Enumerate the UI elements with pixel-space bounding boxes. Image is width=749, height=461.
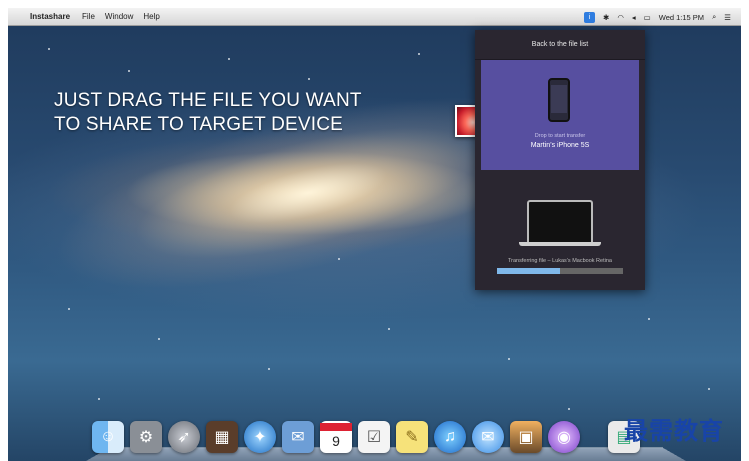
drop-target-macbook[interactable]: Transferring file – Lukas’s Macbook Reti… [475,170,645,290]
launchpad-icon[interactable]: ➶ [168,421,200,453]
transfer-progress-fill [497,268,560,274]
notification-center-icon[interactable]: ☰ [724,13,731,22]
menu-help[interactable]: Help [143,12,159,21]
volume-icon[interactable]: ◂ [632,13,636,22]
instruction-headline: JUST DRAG THE FILE YOU WANT TO SHARE TO … [54,89,362,137]
instashare-status-icon[interactable]: i [584,11,596,23]
headline-line-2: TO SHARE TO TARGET DEVICE [54,114,344,135]
iphoto-icon[interactable]: ▣ [510,421,542,453]
macbook-base [519,242,601,246]
mail-icon[interactable]: ✉ [282,421,314,453]
photo-booth-icon[interactable]: ▦ [206,421,238,453]
transfer-progress-bar [497,268,623,274]
menu-window[interactable]: Window [105,12,133,21]
battery-icon[interactable]: ▭ [644,13,651,22]
bluetooth-icon[interactable]: ✱ [603,13,609,22]
transfer-status-label: Transferring file – Lukas’s Macbook Reti… [508,258,612,264]
drop-target-iphone[interactable]: Drop to start transfer Martin’s iPhone 5… [481,60,639,170]
menu-extras: i ✱ ◠ ◂ ▭ Wed 1:15 PM ⌕ ☰ [584,8,731,26]
menu-clock[interactable]: Wed 1:15 PM [659,13,704,22]
calendar-icon[interactable]: 9 [320,421,352,453]
system-preferences-icon[interactable]: ⚙ [130,421,162,453]
reminders-icon[interactable]: ☑ [358,421,390,453]
dock: ☺ ⚙ ➶ ▦ ✦ ✉ 9 ☑ ✎ ♫ ✉ ▣ ◉ ▤ [86,417,686,461]
macbook-icon [527,200,593,242]
iphone-icon [548,78,570,122]
back-to-file-list-button[interactable]: Back to the file list [475,30,645,60]
target-device-name: Martin’s iPhone 5S [530,142,590,149]
headline-line-1: JUST DRAG THE FILE YOU WANT [54,90,362,111]
menu-file[interactable]: File [82,12,95,21]
menu-bar: Instashare File Window Help i ✱ ◠ ◂ ▭ We… [8,8,741,26]
calendar-day: 9 [332,433,340,449]
notes-icon[interactable]: ✎ [396,421,428,453]
safari-icon[interactable]: ✦ [244,421,276,453]
instashare-panel: Back to the file list Drop to start tran… [475,30,645,290]
desktop: Instashare File Window Help i ✱ ◠ ◂ ▭ We… [8,8,741,461]
messages-icon[interactable]: ✉ [472,421,504,453]
siri-icon[interactable]: ◉ [548,421,580,453]
menu-app-name[interactable]: Instashare [30,12,70,21]
drop-label: Drop to start transfer [534,133,586,139]
watermark-text: 最需教育 [624,416,724,445]
spotlight-icon[interactable]: ⌕ [712,12,716,22]
itunes-icon[interactable]: ♫ [434,421,466,453]
wifi-icon[interactable]: ◠ [617,13,624,22]
finder-icon[interactable]: ☺ [92,421,124,453]
